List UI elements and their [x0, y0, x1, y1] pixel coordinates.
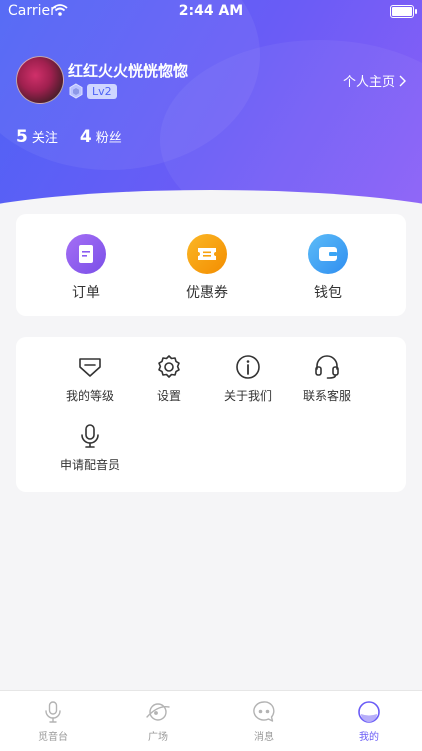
- level-badge: Lv2: [87, 84, 117, 99]
- followers-count: 4: [79, 127, 92, 147]
- menu-item-my-level[interactable]: 我的等级: [50, 353, 130, 404]
- mic-tab-icon: [45, 701, 61, 723]
- menu-card: 我的等级 设置 关于我们 联系客服 申请配音员: [16, 337, 406, 492]
- tab-messages[interactable]: 消息: [234, 699, 294, 743]
- quick-action-coupons[interactable]: 优惠券: [167, 234, 247, 302]
- coupon-icon: [187, 234, 227, 274]
- quick-action-wallet[interactable]: 钱包: [288, 234, 368, 302]
- menu-item-settings[interactable]: 设置: [129, 353, 209, 404]
- planet-tab-icon: [146, 703, 170, 721]
- quick-action-orders[interactable]: 订单: [46, 234, 126, 302]
- tab-label: 觅音台: [38, 732, 68, 743]
- menu-item-label: 联系客服: [302, 389, 351, 403]
- level-badge-icon: [69, 83, 83, 99]
- menu-item-label: 设置: [156, 389, 181, 403]
- wallet-icon: [308, 234, 348, 274]
- homepage-link[interactable]: 个人主页: [343, 71, 406, 90]
- clock: 2:44 AM: [178, 3, 244, 19]
- microphone-icon: [81, 424, 99, 448]
- profile-stats: 5 关注 4 粉丝: [16, 127, 122, 147]
- message-tab-icon: [253, 701, 275, 722]
- info-icon: [236, 355, 260, 379]
- menu-item-customer-service[interactable]: 联系客服: [287, 353, 367, 404]
- menu-item-about-us[interactable]: 关于我们: [208, 353, 288, 404]
- following-count: 5: [16, 127, 28, 147]
- quick-actions-card: 订单 优惠券 钱包: [16, 214, 406, 316]
- menu-item-label: 关于我们: [223, 389, 272, 403]
- battery-icon: [390, 5, 417, 18]
- tab-mi-yin-tai[interactable]: 觅音台: [23, 699, 83, 743]
- quick-action-label: 订单: [72, 285, 100, 301]
- menu-item-label: 申请配音员: [59, 458, 120, 472]
- profile-tab-icon: [358, 701, 380, 723]
- tab-square[interactable]: 广场: [128, 699, 188, 743]
- headset-icon: [315, 355, 339, 379]
- settings-icon: [158, 355, 180, 378]
- followers-stat[interactable]: 4 粉丝: [80, 127, 122, 147]
- tab-label: 消息: [254, 732, 274, 743]
- order-icon: [66, 234, 106, 274]
- avatar[interactable]: [16, 56, 64, 104]
- following-stat[interactable]: 5 关注: [16, 127, 58, 147]
- tab-bar: 觅音台 广场 消息 我的: [0, 690, 422, 751]
- level-icon: [79, 358, 101, 377]
- chevron-right-icon: [399, 75, 406, 86]
- username: 红红火火恍恍惚惚: [68, 62, 189, 80]
- quick-action-label: 钱包: [314, 285, 342, 301]
- followers-label: 粉丝: [95, 131, 122, 146]
- quick-action-label: 优惠券: [186, 285, 228, 301]
- homepage-label: 个人主页: [342, 75, 395, 90]
- tab-mine[interactable]: 我的: [339, 699, 399, 743]
- profile-header: [0, 0, 422, 205]
- tab-label: 广场: [148, 732, 168, 743]
- status-bar: Carrier 2:44 AM: [0, 0, 422, 22]
- tab-label: 我的: [359, 732, 379, 743]
- following-label: 关注: [31, 131, 58, 146]
- menu-item-label: 我的等级: [65, 389, 114, 403]
- menu-item-apply-voice-actor[interactable]: 申请配音员: [50, 422, 130, 473]
